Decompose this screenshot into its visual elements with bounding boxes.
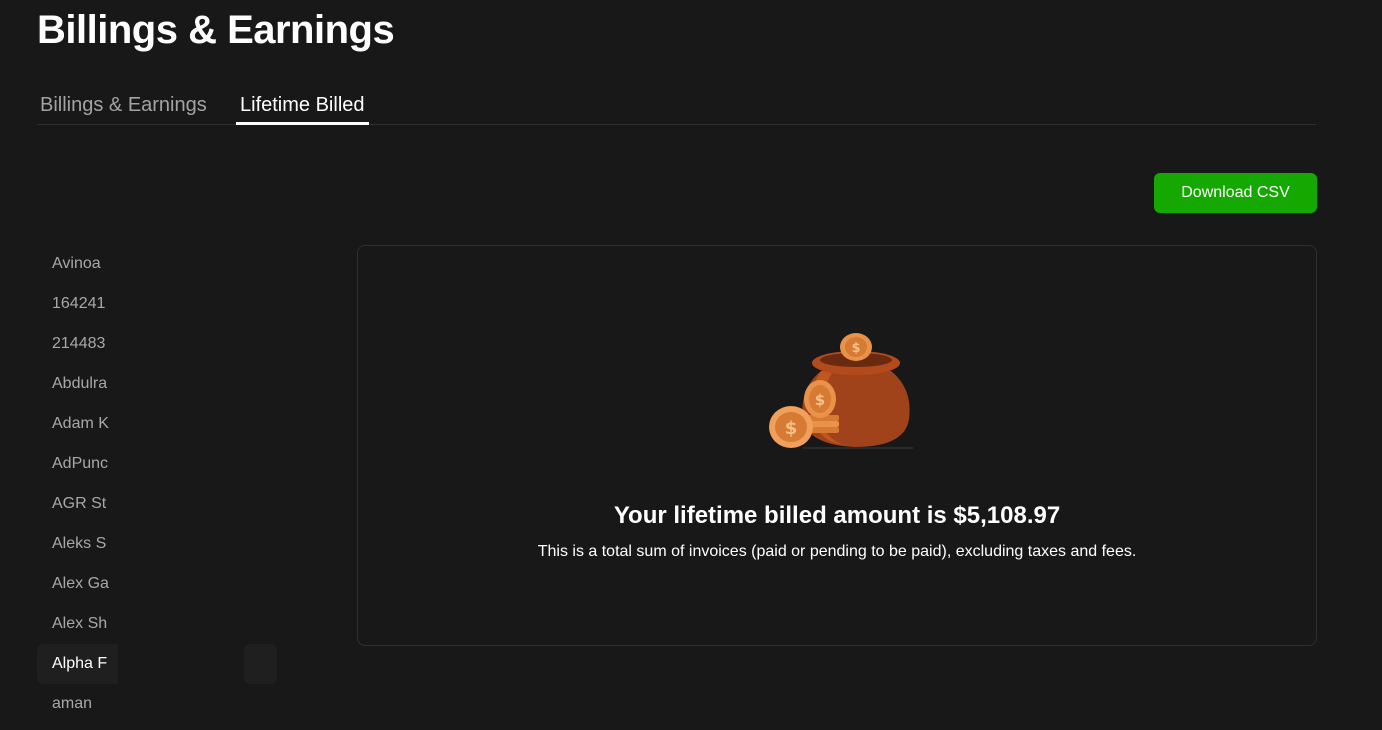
- client-list-item[interactable]: Aleks S: [37, 524, 118, 564]
- client-list-item[interactable]: Adam K: [37, 404, 118, 444]
- tab-billings-earnings[interactable]: Billings & Earnings: [40, 86, 207, 124]
- lifetime-billed-amount: Your lifetime billed amount is $5,108.97: [613, 502, 1061, 529]
- client-list-item[interactable]: Avinoa: [37, 244, 118, 284]
- svg-text:$: $: [815, 391, 825, 409]
- download-csv-button[interactable]: Download CSV: [1154, 173, 1317, 213]
- client-list: Avinoa 164241 214483 Abdulra Adam K AdPu…: [37, 244, 277, 730]
- lifetime-billed-description: This is a total sum of invoices (paid or…: [537, 543, 1137, 560]
- client-list-item[interactable]: Alex Sh: [37, 604, 118, 644]
- client-list-item[interactable]: aman: [37, 684, 118, 724]
- client-list-item[interactable]: AGR St: [37, 484, 118, 524]
- money-pot-icon: $ $ $: [769, 333, 913, 449]
- lifetime-billed-card: $ $ $ Your lifetime billed amount is $5,…: [357, 245, 1317, 646]
- client-list-item[interactable]: AdPunc: [37, 444, 118, 484]
- client-list-item[interactable]: Abdulra: [37, 364, 118, 404]
- svg-text:$: $: [851, 341, 860, 356]
- client-list-item-selected[interactable]: Alpha F: [37, 644, 118, 684]
- client-list-item[interactable]: 214483: [37, 324, 118, 364]
- client-list-item[interactable]: 164241: [37, 284, 118, 324]
- page-title: Billings & Earnings: [37, 8, 395, 52]
- tab-bar: Billings & Earnings Lifetime Billed: [37, 86, 1316, 125]
- selected-row-highlight: [244, 644, 277, 684]
- tab-lifetime-billed[interactable]: Lifetime Billed: [236, 86, 369, 125]
- svg-text:$: $: [785, 418, 798, 439]
- client-list-item[interactable]: Alex Ga: [37, 564, 118, 604]
